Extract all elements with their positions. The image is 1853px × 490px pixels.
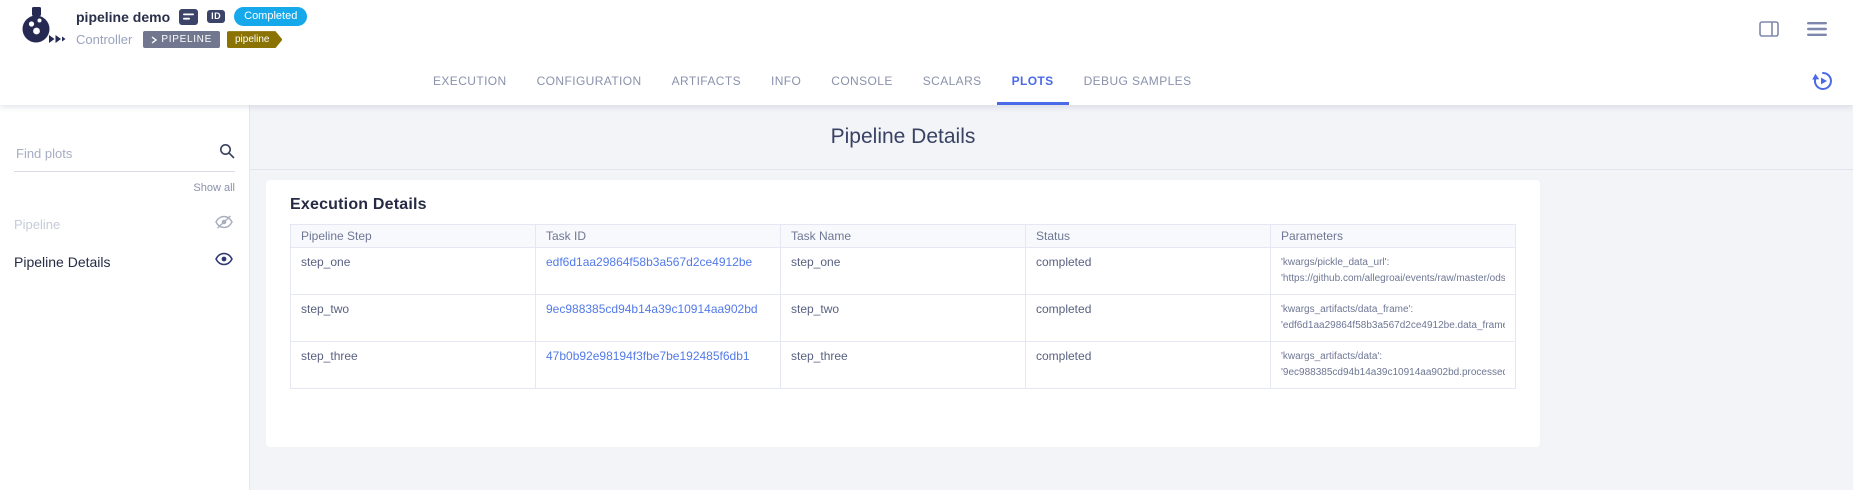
plot-item-label: Pipeline Details	[14, 254, 111, 270]
table-row: step_two 9ec988385cd94b14a39c10914aa902b…	[291, 295, 1516, 342]
tab-execution[interactable]: EXECUTION	[418, 57, 522, 105]
id-badge[interactable]: ID	[207, 10, 225, 24]
plot-item-label: Pipeline	[14, 217, 60, 232]
auto-refresh-icon[interactable]	[1811, 69, 1835, 93]
brand: pipeline demo ID Completed Controller	[18, 4, 307, 53]
header-actions	[1759, 21, 1835, 37]
eye-off-icon[interactable]	[215, 215, 233, 234]
plots-sidebar: Show all Pipeline Pipeline Details	[0, 105, 250, 490]
cell-status: completed	[1026, 342, 1271, 389]
app-logo-icon	[18, 6, 66, 53]
chevron-right-icon	[151, 36, 157, 44]
parameter-value: 'edf6d1aa29864f58b3a567d2ce4912be.data_f…	[1281, 318, 1505, 334]
table-row: step_three 47b0b92e98194f3fbe7be192485f6…	[291, 342, 1516, 389]
system-tag-pipeline: PIPELINE	[143, 31, 220, 48]
show-all-link[interactable]: Show all	[14, 182, 235, 194]
tab-bar: EXECUTION CONFIGURATION ARTIFACTS INFO C…	[0, 57, 1853, 105]
task-id-link[interactable]: edf6d1aa29864f58b3a567d2ce4912be	[536, 248, 781, 295]
cell-status: completed	[1026, 248, 1271, 295]
user-tag-pipeline: pipeline	[227, 31, 282, 48]
col-task-name: Task Name	[781, 225, 1026, 248]
tab-debug-samples[interactable]: DEBUG SAMPLES	[1069, 57, 1207, 105]
app-header: pipeline demo ID Completed Controller	[0, 0, 1853, 57]
parameter-value: '9ec988385cd94b14a39c10914aa902bd.proces…	[1281, 365, 1505, 381]
cell-task-name: step_two	[781, 295, 1026, 342]
execution-details-table: Pipeline Step Task ID Task Name Status P…	[290, 224, 1516, 389]
col-status: Status	[1026, 225, 1271, 248]
sidebar-item-pipeline-details[interactable]: Pipeline Details	[0, 243, 249, 280]
tab-configuration[interactable]: CONFIGURATION	[522, 57, 657, 105]
col-pipeline-step: Pipeline Step	[291, 225, 536, 248]
hamburger-menu-icon[interactable]	[1807, 21, 1827, 37]
tabs: EXECUTION CONFIGURATION ARTIFACTS INFO C…	[418, 57, 1206, 105]
parameter-key: 'kwargs_artifacts/data_frame':	[1281, 302, 1505, 318]
title-divider	[250, 169, 1853, 170]
cell-parameters: 'kwargs_artifacts/data': '9ec988385cd94b…	[1271, 342, 1516, 389]
eye-icon[interactable]	[215, 252, 233, 271]
details-card-icon[interactable]	[179, 9, 198, 25]
cell-task-name: step_three	[781, 342, 1026, 389]
parameter-key: 'kwargs/pickle_data_url':	[1281, 255, 1505, 271]
cell-task-name: step_one	[781, 248, 1026, 295]
cell-parameters: 'kwargs_artifacts/data_frame': 'edf6d1aa…	[1271, 295, 1516, 342]
pipeline-title: pipeline demo	[76, 9, 170, 25]
layout-panel-icon[interactable]	[1759, 21, 1779, 37]
tab-info[interactable]: INFO	[756, 57, 816, 105]
cell-parameters: 'kwargs/pickle_data_url': 'https://githu…	[1271, 248, 1516, 295]
table-row: step_one edf6d1aa29864f58b3a567d2ce4912b…	[291, 248, 1516, 295]
cell-pipeline-step: step_three	[291, 342, 536, 389]
status-badge: Completed	[234, 7, 307, 26]
find-plots-input[interactable]	[14, 145, 219, 162]
system-tag-label: PIPELINE	[161, 34, 212, 45]
content-area: Show all Pipeline Pipeline Details P	[0, 105, 1853, 490]
tab-artifacts[interactable]: ARTIFACTS	[657, 57, 756, 105]
plots-panel: Pipeline Details Execution Details Pipel…	[250, 105, 1853, 490]
title-block: pipeline demo ID Completed Controller	[76, 4, 307, 48]
sidebar-item-pipeline[interactable]: Pipeline	[0, 206, 249, 243]
cell-pipeline-step: step_two	[291, 295, 536, 342]
col-task-id: Task ID	[536, 225, 781, 248]
task-id-link[interactable]: 9ec988385cd94b14a39c10914aa902bd	[536, 295, 781, 342]
execution-details-card: Execution Details Pipeline Step Task ID …	[266, 180, 1540, 447]
search-icon	[219, 143, 235, 164]
task-id-link[interactable]: 47b0b92e98194f3fbe7be192485f6db1	[536, 342, 781, 389]
top-chrome: pipeline demo ID Completed Controller	[0, 0, 1853, 105]
parameter-key: 'kwargs_artifacts/data':	[1281, 349, 1505, 365]
tab-plots[interactable]: PLOTS	[997, 57, 1069, 105]
page-title: Pipeline Details	[266, 125, 1540, 149]
tab-console[interactable]: CONSOLE	[816, 57, 907, 105]
controller-label: Controller	[76, 32, 132, 47]
table-header-row: Pipeline Step Task ID Task Name Status P…	[291, 225, 1516, 248]
cell-pipeline-step: step_one	[291, 248, 536, 295]
parameter-value: 'https://github.com/allegroai/events/raw…	[1281, 271, 1505, 287]
tab-scalars[interactable]: SCALARS	[908, 57, 997, 105]
col-parameters: Parameters	[1271, 225, 1516, 248]
cell-status: completed	[1026, 295, 1271, 342]
section-title: Execution Details	[290, 196, 1516, 214]
plot-search	[14, 143, 235, 172]
